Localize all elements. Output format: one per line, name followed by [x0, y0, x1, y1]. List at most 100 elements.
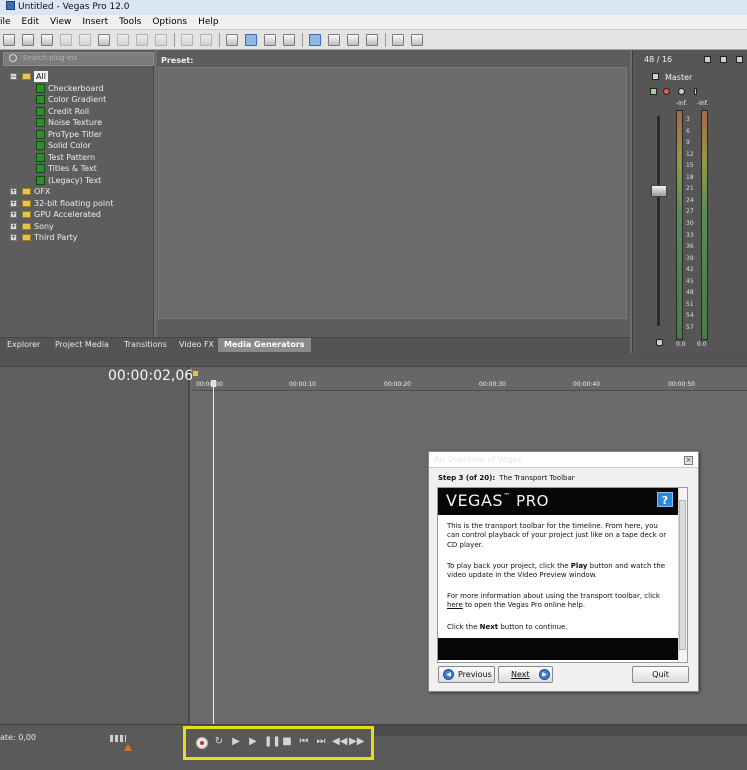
media-generator-icon [36, 83, 45, 93]
save-icon[interactable] [41, 33, 53, 46]
expand-icon[interactable]: + [10, 234, 17, 241]
master-bus-icon [652, 73, 659, 80]
tree-item[interactable]: Credit Roll [48, 106, 89, 117]
meter-scale-label: 30 [686, 219, 694, 227]
normal-edit-tool-icon[interactable] [245, 33, 257, 46]
expand-icon[interactable]: + [10, 188, 17, 195]
menu-insert[interactable]: Insert [77, 17, 114, 27]
menu-file[interactable]: ile [0, 17, 17, 27]
menu-help[interactable]: Help [193, 17, 225, 27]
menu-edit[interactable]: Edit [17, 17, 45, 27]
tree-item[interactable]: (Legacy) Text [48, 175, 101, 186]
go-to-start-icon[interactable]: ⏮ [298, 736, 310, 749]
render-icon[interactable] [79, 33, 91, 46]
online-help-icon[interactable] [411, 33, 423, 46]
tree-folder[interactable]: All [34, 71, 48, 82]
meter-scale-label: 3 [686, 116, 690, 123]
previous-button[interactable]: ◀ Previous [438, 666, 495, 683]
quit-button[interactable]: Quit [632, 666, 689, 683]
play-icon[interactable]: ▶ [247, 736, 259, 749]
tab-project-media[interactable]: Project Media [55, 338, 109, 352]
ruler-label: 00:00:00 [196, 381, 223, 388]
previous-frame-icon[interactable]: ◀◀ [332, 736, 347, 749]
master-fader-knob[interactable] [651, 185, 667, 197]
tab-explorer[interactable]: Explorer [7, 338, 40, 352]
time-ruler[interactable] [192, 367, 747, 391]
tree-item[interactable]: Noise Texture [48, 117, 102, 128]
loop-playback-icon[interactable]: ↻ [213, 736, 225, 749]
save-as-icon[interactable] [60, 33, 72, 46]
track-list[interactable] [0, 367, 190, 724]
cut-icon[interactable] [117, 33, 129, 46]
master-solo-icon[interactable] [678, 88, 685, 95]
tree-folder[interactable]: Sony [34, 221, 54, 232]
auto-ripple-icon[interactable] [309, 33, 321, 46]
new-file-icon[interactable] [3, 33, 15, 46]
expand-icon[interactable]: + [10, 199, 17, 207]
loop-region-marker[interactable] [193, 371, 198, 376]
dialog-scrollbar-thumb[interactable] [679, 500, 686, 650]
tree-item[interactable]: Titles & Text [48, 163, 97, 174]
zoom-tool-icon[interactable] [366, 33, 378, 46]
toolbar-separator [385, 32, 386, 47]
go-to-end-icon[interactable]: ⏭ [315, 736, 327, 749]
properties-icon[interactable] [98, 33, 110, 46]
next-frame-icon[interactable]: ▶▶ [349, 736, 364, 749]
tree-item[interactable]: Solid Color [48, 140, 91, 151]
envelope-tool-icon[interactable] [264, 33, 276, 46]
playback-rate-label: ate: 0,00 [0, 733, 37, 742]
paste-icon[interactable] [155, 33, 167, 46]
tab-video-fx[interactable]: Video FX [179, 338, 214, 352]
play-from-start-icon[interactable]: ▶ [230, 736, 242, 749]
window-title: Untitled - Vegas Pro 12.0 [18, 2, 130, 12]
dim-output-icon[interactable] [736, 56, 743, 63]
timeline-splitter[interactable] [0, 353, 747, 367]
pause-icon[interactable]: ❚❚ [264, 736, 281, 749]
record-icon[interactable] [196, 737, 208, 749]
tree-item[interactable]: ProType Titler [48, 129, 102, 140]
menu-tools[interactable]: Tools [114, 17, 147, 27]
tree-folder[interactable]: 32-bit floating point [34, 198, 113, 209]
collapse-icon[interactable]: − [10, 73, 17, 80]
tree-folder[interactable]: OFX [34, 186, 50, 197]
copy-icon[interactable] [136, 33, 148, 46]
tab-transitions[interactable]: Transitions [124, 338, 167, 352]
playhead-cursor[interactable] [213, 383, 214, 724]
tab-media-generators[interactable]: Media Generators [218, 338, 311, 352]
master-lock-icon[interactable] [694, 88, 697, 95]
online-help-link[interactable]: here [447, 601, 463, 609]
tree-item[interactable]: Test Pattern [48, 152, 95, 163]
tree-item[interactable]: Color Gradient [48, 94, 106, 105]
lock-envelopes-icon[interactable] [328, 33, 340, 46]
undo-icon[interactable] [181, 33, 193, 46]
snapping-icon[interactable] [226, 33, 238, 46]
stop-icon[interactable]: ■ [281, 736, 293, 749]
tree-folder[interactable]: GPU Accelerated [34, 209, 101, 220]
tree-folder[interactable]: Third Party [34, 232, 77, 243]
master-mute-icon[interactable] [663, 88, 670, 95]
media-generator-icon [36, 118, 45, 127]
expand-icon[interactable]: + [10, 222, 17, 230]
open-folder-icon[interactable] [22, 33, 34, 46]
selection-tool-icon[interactable] [283, 33, 295, 46]
redo-icon[interactable] [200, 33, 212, 46]
master-fx-icon[interactable] [650, 88, 657, 95]
fader-lock-icon[interactable] [656, 339, 663, 346]
rate-slider-icon[interactable] [110, 735, 126, 742]
next-button[interactable]: Next ▶ [498, 666, 553, 683]
help-button[interactable]: ? [657, 492, 673, 507]
ignore-grouping-icon[interactable] [347, 33, 359, 46]
meter-scale-label: 18 [686, 173, 694, 181]
tree-item[interactable]: Checkerboard [48, 83, 104, 94]
menu-options[interactable]: Options [147, 17, 193, 27]
plugin-search-input[interactable]: Search plug-ins [3, 52, 154, 66]
insert-bus-icon[interactable] [704, 56, 711, 63]
media-generator-icon [36, 106, 45, 116]
menu-view[interactable]: View [45, 17, 77, 27]
playhead-handle[interactable] [211, 380, 216, 387]
enable-snapping-icon[interactable] [392, 33, 404, 46]
preset-thumbnails-area[interactable] [158, 67, 627, 319]
close-icon[interactable]: × [684, 456, 693, 465]
downmix-icon[interactable] [720, 56, 727, 63]
expand-icon[interactable]: + [10, 211, 17, 218]
